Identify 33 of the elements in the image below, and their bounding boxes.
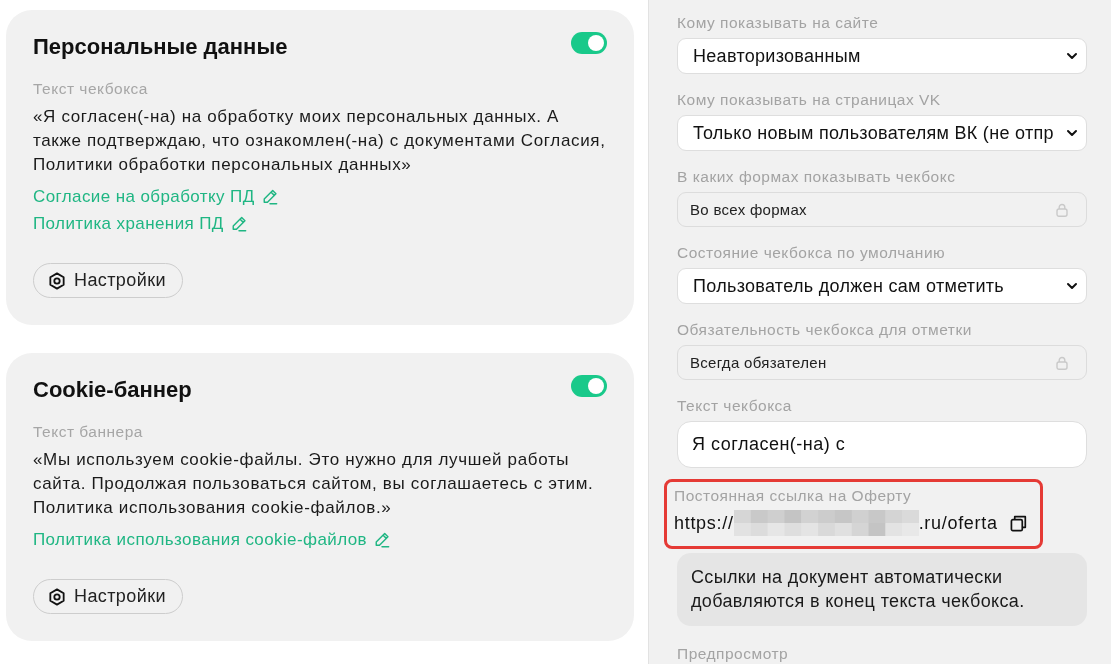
card-title: Персональные данные [33,33,288,61]
url-text: .ru/oferta [918,512,998,535]
field-label: Текст чекбокса [677,396,792,416]
field-label: Обязательность чекбокса для отметки [677,320,972,340]
dropdown[interactable]: Пользователь должен сам отметить [677,268,1087,304]
chevron-down-icon [1066,282,1078,290]
info-note: Ссылки на документ автоматически добавляются в конец текста чекбокса. [677,553,1087,626]
field-label: Кому показывать на сайте [677,13,879,33]
chevron-down-icon [1066,129,1078,137]
field-label: Текст баннера [33,423,143,441]
field-label: Кому показывать на страницах VK [677,90,941,110]
field-value: Во всех формах [690,201,807,218]
section-label: Предпросмотр [677,644,789,664]
field-label: Постоянная ссылка на Оферту [674,486,912,506]
dropdown[interactable]: Неавторизованным [677,38,1087,74]
lock-icon [1056,355,1068,370]
consent-text: «Я согласен(-на) на обработку моих персональных данных. А также подтверждаю, что ознакомлен(-на) с документами Согласия, Политики обработки персональных данных» [33,106,607,176]
chevron-down-icon [1066,52,1078,60]
field-label: Состояние чекбокса по умолчанию [677,243,946,263]
dropdown[interactable]: Только новым пользователям ВК (не отпр [677,115,1087,151]
url-text: https:// [674,512,734,535]
settings-icon [48,271,66,290]
field-label: В каких формах показывать чекбокс [677,167,956,187]
copy-icon[interactable] [1009,514,1027,532]
settings-icon [48,587,66,606]
field-value: Всегда обязателен [690,354,827,371]
card-title: Cookie-баннер [33,376,192,404]
text-input[interactable]: Я согласен(-на) с [677,421,1087,468]
toggle-switch[interactable] [571,375,607,397]
lock-icon [1056,202,1068,217]
field-label: Текст чекбокса [33,80,148,98]
toggle-switch[interactable] [571,32,607,54]
consent-text: «Мы используем cookie-файлы. Это нужно для лучшей работы сайта. Продолжая пользоваться сайтом, вы соглашаетесь с этим. Политика использования cookie-файлов.» [33,449,595,519]
